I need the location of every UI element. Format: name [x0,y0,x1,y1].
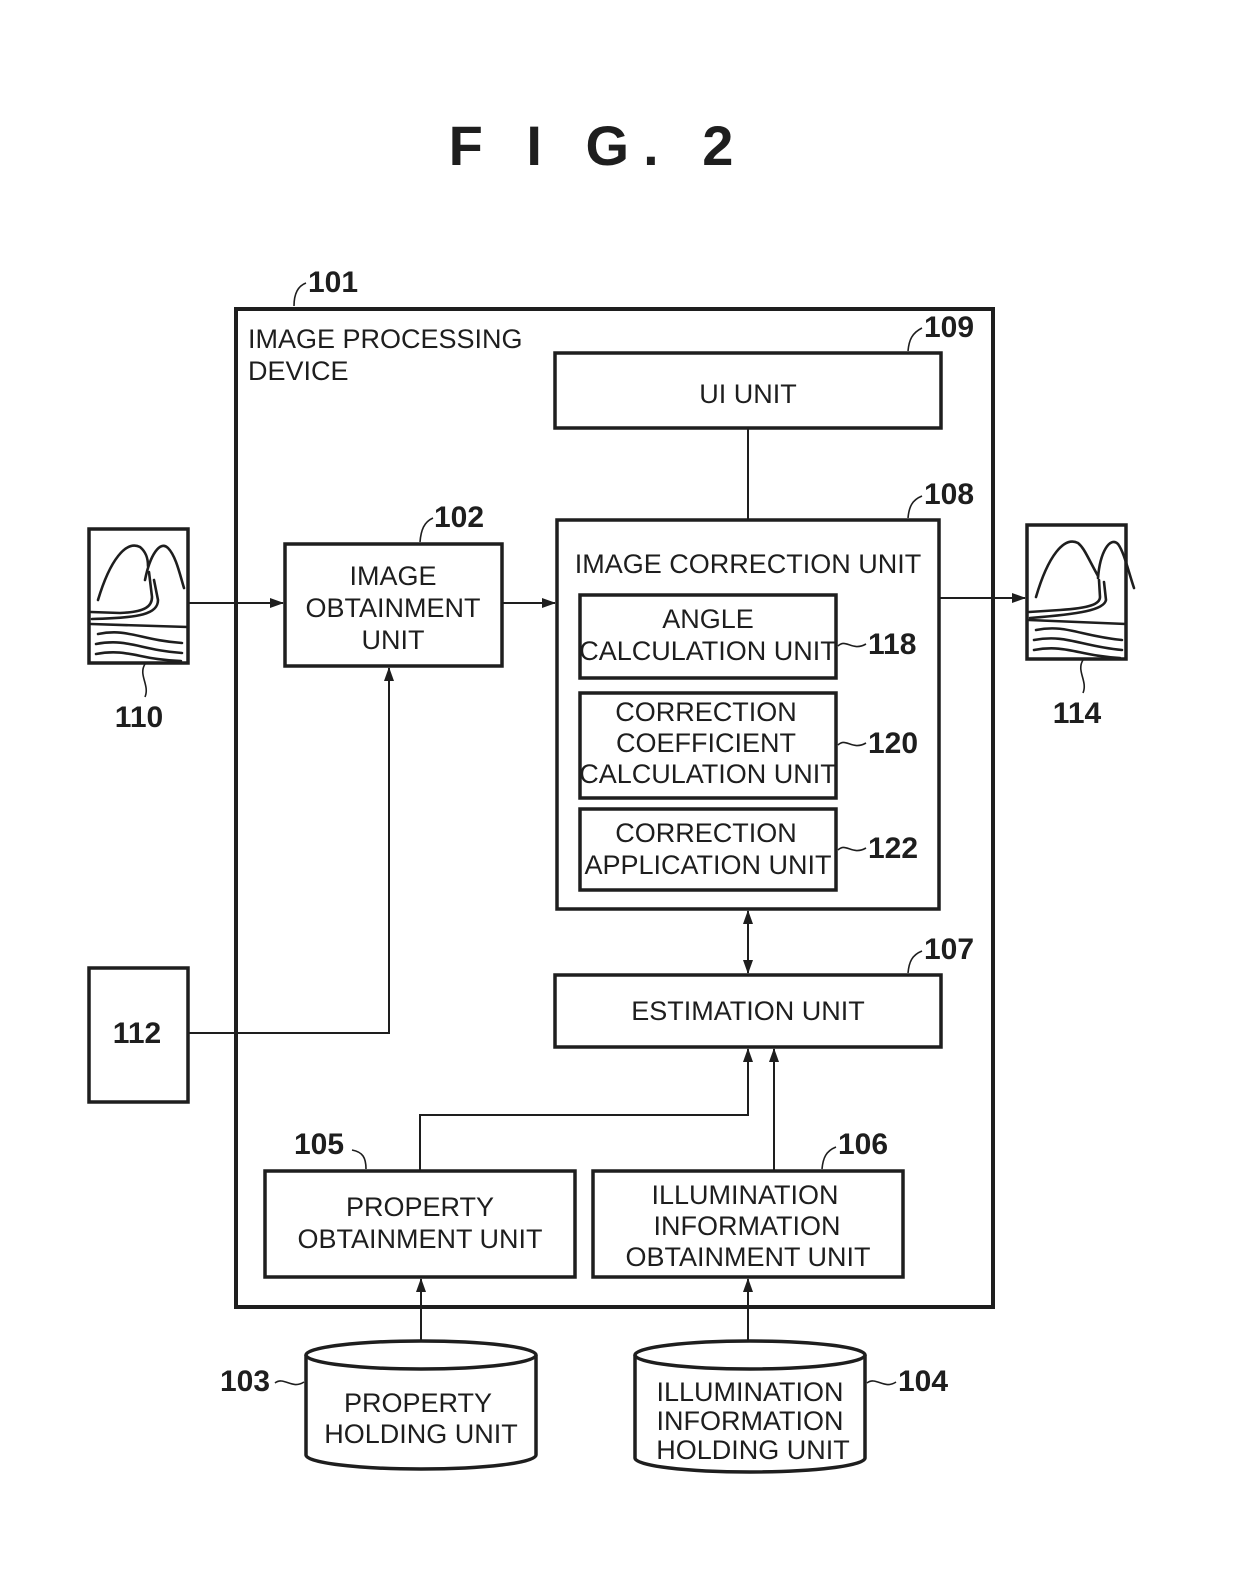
correction-coefficient-line-2: COEFFICIENT [616,728,796,758]
illumination-obtainment-line-3: OBTAINMENT UNIT [625,1242,870,1272]
image-obtainment-line-1: IMAGE [349,561,436,591]
image-obtainment-line-2: OBTAINMENT [306,593,481,623]
ref-110: 110 [115,701,163,734]
ref-leader-110 [141,663,147,698]
property-holding-line-2: HOLDING UNIT [324,1419,518,1449]
ref-leader-106 [821,1146,837,1170]
ui-unit: UI UNIT 109 [553,311,974,430]
property-obtainment-line-2: OBTAINMENT UNIT [297,1224,542,1254]
ref-104: 104 [898,1365,948,1398]
ref-leader-105 [351,1149,367,1170]
correction-coefficient-line-3: CALCULATION UNIT [579,759,837,789]
illumination-obtainment-unit: ILLUMINATION INFORMATION OBTAINMENT UNIT… [591,1128,905,1279]
device-label-line-2: DEVICE [248,356,349,386]
ref-122: 122 [868,832,918,865]
input-device: 112 [87,966,190,1104]
ref-101: 101 [308,266,358,299]
ref-leader-103 [274,1380,305,1386]
image-correction-unit: IMAGE CORRECTION UNIT 108 ANGLE CALCULAT… [555,478,974,911]
illumination-holding-line-2: INFORMATION [657,1406,844,1436]
input-image: 110 [87,527,190,734]
ref-118: 118 [868,628,916,661]
ref-leader-108 [907,495,923,519]
illumination-holding-unit: ILLUMINATION INFORMATION HOLDING UNIT 10… [633,1339,948,1474]
correction-application-line-2: APPLICATION UNIT [584,850,831,880]
output-image: 114 [1025,523,1136,730]
image-correction-label: IMAGE CORRECTION UNIT [575,549,922,579]
ui-unit-label: UI UNIT [699,379,797,409]
property-holding-top [304,1339,538,1371]
illumination-obtainment-line-2: INFORMATION [654,1211,841,1241]
ref-114: 114 [1053,697,1102,730]
ref-leader-107 [907,950,923,974]
ref-112: 112 [113,1017,161,1050]
angle-calculation-line-1: ANGLE [662,604,754,634]
ref-leader-109 [907,327,923,352]
illumination-holding-line-3: HOLDING UNIT [656,1435,850,1465]
image-obtainment-line-3: UNIT [362,625,425,655]
ref-105: 105 [294,1128,344,1161]
ref-leader-101 [293,282,307,307]
ref-leader-102 [419,517,434,543]
property-obtainment-line-1: PROPERTY [346,1192,494,1222]
connector-property-to-estimation [419,1048,753,1171]
ref-106: 106 [838,1128,888,1161]
estimation-label: ESTIMATION UNIT [631,996,865,1026]
property-holding-unit: PROPERTY HOLDING UNIT 103 [220,1339,538,1471]
ref-103: 103 [220,1365,270,1398]
figure-title: F I G. 2 [449,114,748,177]
ref-109: 109 [924,311,974,344]
ref-102: 102 [434,501,484,534]
device-label-line-1: IMAGE PROCESSING [248,324,523,354]
correction-coefficient-line-1: CORRECTION [615,697,797,727]
ref-leader-104 [866,1380,897,1386]
illumination-holding-top [633,1339,867,1371]
ref-leader-114 [1079,659,1085,694]
block-diagram: F I G. 2 IMAGE PROCESSING DEVICE 101 UI … [87,114,1136,1474]
connector-input-device-to-obtainment [188,667,394,1034]
illumination-obtainment-line-1: ILLUMINATION [651,1180,838,1210]
ref-108: 108 [924,478,974,511]
property-holding-line-1: PROPERTY [344,1388,492,1418]
angle-calculation-line-2: CALCULATION UNIT [579,636,837,666]
estimation-unit: ESTIMATION UNIT 107 [553,933,974,1049]
correction-application-line-1: CORRECTION [615,818,797,848]
ref-120: 120 [868,727,918,760]
illumination-holding-line-1: ILLUMINATION [656,1377,843,1407]
image-obtainment-unit: IMAGE OBTAINMENT UNIT 102 [283,501,504,668]
ref-107: 107 [924,933,974,966]
